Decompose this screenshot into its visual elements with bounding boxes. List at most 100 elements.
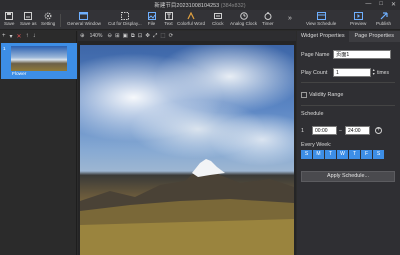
move-icon[interactable]: ✥ [145,33,150,39]
publish-button[interactable]: Publish [376,11,391,26]
move-down-icon[interactable]: ↓ [33,33,36,39]
colorful-word-label: Colorful Word [177,21,205,26]
tab-page-properties[interactable]: Page Properties [348,31,400,42]
tab-widget-properties[interactable]: Widget Properties [297,31,349,42]
copy-icon[interactable]: ⧉ [131,33,135,40]
validity-range-label: Validity Range [309,92,344,98]
text-button[interactable]: Text [164,11,173,26]
window-icon [79,11,89,20]
title-bar: 新建节目20231008104253 (384x832) — □ ✕ [0,0,400,10]
page-thumbnail-image [11,46,67,71]
text-icon [164,11,173,20]
save-as-icon [24,11,33,20]
window-title-resolution: (384x832) [220,3,246,9]
day-friday[interactable]: F [361,150,372,159]
general-window-label: General Window [67,21,101,26]
schedule-end-time[interactable] [345,126,370,135]
day-tuesday[interactable]: T [325,150,336,159]
colorful-word-button[interactable]: Colorful Word [177,11,205,26]
page-name-input[interactable] [333,50,391,59]
times-unit: times [377,70,389,76]
cut-icon [120,11,129,20]
file-icon [147,11,156,20]
publish-label: Publish [376,21,392,26]
setting-button[interactable]: Setting [41,11,55,26]
toolbar-more-button[interactable]: » [288,15,292,22]
clock-button[interactable]: Clock [212,11,224,26]
move-up-icon[interactable]: ↑ [26,33,29,39]
save-as-button[interactable]: Save as [20,11,37,26]
publish-icon [379,11,388,20]
setting-label: Setting [41,21,56,26]
zoom-out-icon[interactable]: ⊖ [107,33,112,39]
timer-icon [263,11,272,20]
rotate-icon[interactable]: ⟳ [169,33,174,39]
apply-schedule-button[interactable]: Apply Schedule... [301,171,395,182]
text-label: Text [164,21,173,26]
timer-button[interactable]: Timer [262,11,274,26]
day-wednesday[interactable]: W [337,150,348,159]
maximize-button[interactable]: □ [379,1,383,8]
select-icon[interactable]: ▣ [123,33,128,39]
main-toolbar: Save Save as Setting General Window Cut … [0,10,400,30]
close-button[interactable]: ✕ [391,1,396,8]
dropdown-icon[interactable]: ▾ [10,33,13,40]
frame-icon[interactable]: ⊡ [138,33,143,39]
fit-icon[interactable]: ⊞ [115,33,120,39]
validity-range-checkbox[interactable] [301,92,307,98]
view-schedule-button[interactable]: View Schedule [306,11,336,26]
day-monday[interactable]: M [313,150,324,159]
every-week-label: Every Week: [301,142,332,148]
save-as-label: Save as [20,21,37,26]
clock-label: Clock [212,21,224,26]
analog-clock-label: Analog Clock [230,21,258,26]
page-thumbnail-label: Flower [12,72,27,77]
cut-for-display-button[interactable]: Cut for Display... [108,11,142,26]
add-page-icon[interactable]: + [2,33,6,39]
window-title-text: 新建节目20231008104253 [154,3,220,9]
page-name-label: Page Name [301,52,330,58]
page-thumbnail-item[interactable]: 1 Flower [1,43,77,79]
gear-icon [44,11,53,20]
canvas-photo[interactable] [80,45,294,255]
analog-clock-icon [239,11,248,20]
analog-clock-button[interactable]: Analog Clock [230,11,257,26]
play-count-label: Play Count [301,70,328,76]
cut-for-display-label: Cut for Display... [108,21,142,26]
page-list-toolbar: + ▾ ✕ ↑ ↓ [0,31,76,41]
timer-label: Timer [262,21,274,26]
save-icon [5,11,14,20]
preview-label: Preview [350,21,367,26]
delete-page-icon[interactable]: ✕ [17,33,22,40]
day-sunday[interactable]: S [301,150,312,159]
file-label: File [147,21,156,26]
day-thursday[interactable]: T [349,150,360,159]
view-schedule-icon [316,11,326,20]
crop-icon[interactable]: ⬚ [160,33,165,39]
schedule-index: 1 [301,128,304,134]
schedule-start-time[interactable] [312,126,337,135]
properties-tabs: Widget Properties Page Properties [297,31,400,42]
file-button[interactable]: File [147,11,156,26]
colorful-word-icon [187,11,196,20]
preview-icon [353,11,363,20]
save-button[interactable]: Save [4,11,14,26]
view-schedule-label: View Schedule [306,21,337,26]
zoom-in-icon[interactable]: ⊕ [80,33,85,39]
canvas-area: ⊕ 140% ⊖ ⊞ ▣ ⧉ ⊡ ✥ ⤢ ⬚ ⟳ [78,31,296,255]
window-title: 新建节目20231008104253 (384x832) [0,1,400,9]
canvas-toolbar: ⊕ 140% ⊖ ⊞ ▣ ⧉ ⊡ ✥ ⤢ ⬚ ⟳ [78,31,296,41]
expand-icon[interactable]: ⤢ [153,33,157,40]
schedule-label: Schedule [301,111,324,117]
preview-button[interactable]: Preview [350,11,366,26]
zoom-level[interactable]: 140% [90,33,103,39]
add-schedule-icon[interactable]: + [375,127,382,134]
mountain-landscape [80,159,294,255]
general-window-button[interactable]: General Window [67,11,101,26]
properties-panel: Widget Properties Page Properties Page N… [297,31,400,255]
play-count-stepper[interactable]: ▲ ▼ [372,68,376,76]
day-saturday[interactable]: S [373,150,384,159]
page-list-panel: + ▾ ✕ ↑ ↓ 1 Flower [0,31,77,255]
play-count-input[interactable] [333,68,371,77]
minimize-button[interactable]: — [365,1,371,8]
